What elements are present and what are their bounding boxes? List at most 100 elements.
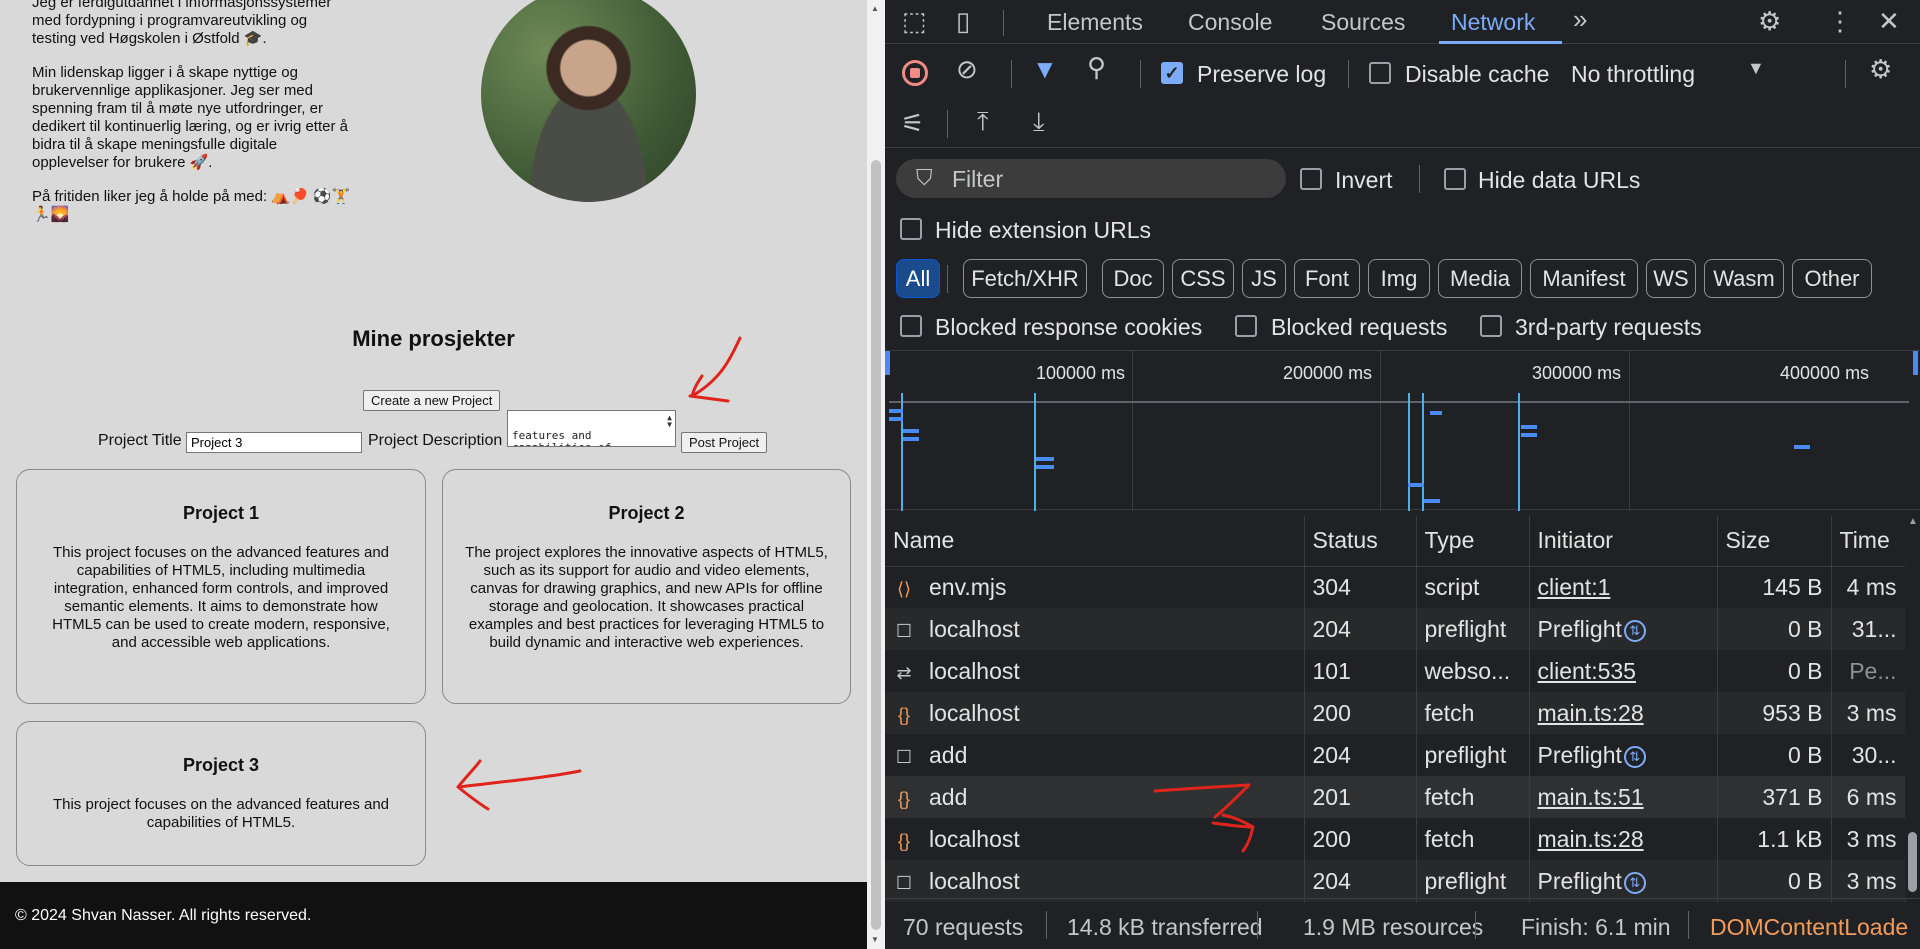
tab-sources[interactable]: Sources <box>1321 9 1405 36</box>
page-scrollbar[interactable]: ▲ ▼ <box>867 0 885 949</box>
timeline-tick-label: 200000 ms <box>1283 363 1373 383</box>
timeline-bar <box>1794 445 1810 449</box>
type-filter-img[interactable]: Img <box>1368 259 1430 298</box>
column-header-name[interactable]: Name <box>885 516 1305 567</box>
type-filter-all[interactable]: All <box>896 259 940 298</box>
project-card-text: This project focuses on the advanced fea… <box>52 796 390 831</box>
tab-elements[interactable]: Elements <box>1047 9 1143 36</box>
filter-funnel-icon[interactable]: ▼ <box>1032 54 1058 85</box>
textarea-scroll-arrows-icon[interactable]: ▲ ▼ <box>667 414 672 429</box>
type-filter-ws[interactable]: WS <box>1646 259 1696 298</box>
timeline-handle-right[interactable] <box>1913 351 1918 375</box>
initiator-link[interactable]: main.ts:28 <box>1538 700 1644 726</box>
timeline-gridline <box>1629 351 1630 511</box>
project-card: Project 2 The project explores the innov… <box>442 469 851 704</box>
post-project-button[interactable]: Post Project <box>681 432 768 453</box>
table-row[interactable]: ☐ localhost 204 preflight Preflight ⇅ 0 B … <box>885 860 1906 902</box>
type-filter-css[interactable]: CSS <box>1172 259 1234 298</box>
search-icon[interactable]: ⚲ <box>1087 52 1106 83</box>
disable-cache-checkbox[interactable] <box>1369 62 1391 84</box>
blocked-response-cookies-label: Blocked response cookies <box>935 314 1203 340</box>
more-options-icon[interactable]: ⋮ <box>1827 6 1853 37</box>
initiator-link[interactable]: main.ts:51 <box>1538 784 1644 810</box>
throttling-select[interactable]: No throttling <box>1571 61 1695 88</box>
column-header-status[interactable]: Status <box>1304 516 1417 567</box>
export-har-download-icon[interactable]: ⤓ <box>1033 106 1045 138</box>
network-conditions-wifi-icon[interactable]: ⚟ <box>901 108 924 139</box>
request-table-scrollbar[interactable]: ▲ ▼ <box>1905 516 1920 898</box>
type-filter-other[interactable]: Other <box>1792 259 1872 298</box>
project-title-input[interactable] <box>186 432 362 453</box>
table-row[interactable]: {} localhost 200 fetch main.ts:28 1.1 kB … <box>885 818 1906 860</box>
request-table-scrollbar-thumb[interactable] <box>1908 832 1917 892</box>
device-toolbar-icon[interactable]: ▯ <box>956 6 970 37</box>
request-size: 0 B <box>1717 650 1832 692</box>
table-row[interactable]: {} add 201 fetch main.ts:51 371 B 6 ms <box>885 776 1906 818</box>
devtools-panel: ⬚ ▯ Elements Console Sources Network » ⚙… <box>885 0 1920 949</box>
type-filter-font[interactable]: Font <box>1294 259 1360 298</box>
scroll-down-icon[interactable]: ▼ <box>871 935 879 944</box>
devtools-tab-bar: ⬚ ▯ Elements Console Sources Network » ⚙… <box>885 0 1920 44</box>
preflight-link-icon[interactable]: ⇅ <box>1623 871 1646 894</box>
chevron-down-icon[interactable]: ▼ <box>1747 58 1765 79</box>
column-header-initiator[interactable]: Initiator <box>1529 516 1718 567</box>
settings-gear-icon[interactable]: ⚙ <box>1758 6 1781 37</box>
create-project-button[interactable]: Create a new Project <box>363 390 501 411</box>
type-filter-wasm[interactable]: Wasm <box>1704 259 1784 298</box>
hide-extension-urls-checkbox[interactable] <box>900 218 922 240</box>
import-har-upload-icon[interactable]: ⤒ <box>977 106 989 138</box>
column-header-size[interactable]: Size <box>1717 516 1832 567</box>
initiator-link[interactable]: main.ts:28 <box>1538 826 1644 852</box>
network-settings-gear-icon[interactable]: ⚙ <box>1869 54 1892 85</box>
tab-network[interactable]: Network <box>1451 9 1535 36</box>
preflight-link-icon[interactable]: ⇅ <box>1623 619 1646 642</box>
type-filter-js[interactable]: JS <box>1242 259 1286 298</box>
profile-photo <box>481 0 696 202</box>
request-size: 953 B <box>1717 692 1832 734</box>
toolbar-divider <box>1348 60 1349 88</box>
table-row[interactable]: ☐ localhost 204 preflight Preflight ⇅ 0 B … <box>885 608 1906 650</box>
table-row[interactable]: ☐ add 204 preflight Preflight ⇅ 0 B 30... <box>885 734 1906 776</box>
type-filter-doc[interactable]: Doc <box>1102 259 1164 298</box>
table-row[interactable]: {} localhost 200 fetch main.ts:28 953 B 3… <box>885 692 1906 734</box>
timeline-bar <box>1036 465 1054 469</box>
table-row[interactable]: ⟨⟩ env.mjs 304 script client:1 145 B 4 ms <box>885 566 1906 608</box>
scroll-up-icon[interactable]: ▲ <box>1908 516 1918 527</box>
preflight-link-icon[interactable]: ⇅ <box>1623 745 1646 768</box>
close-icon[interactable]: ✕ <box>1878 6 1900 37</box>
blocked-requests-checkbox[interactable] <box>1235 315 1257 337</box>
page-scrollbar-thumb[interactable] <box>871 160 881 930</box>
hide-data-urls-checkbox[interactable] <box>1444 168 1466 190</box>
initiator-link[interactable]: client:535 <box>1538 658 1636 684</box>
column-header-time[interactable]: Time <box>1831 516 1906 567</box>
inspect-element-icon[interactable]: ⬚ <box>902 6 927 37</box>
column-header-type[interactable]: Type <box>1416 516 1530 567</box>
request-name: localhost <box>929 825 1020 852</box>
type-filter-manifest[interactable]: Manifest <box>1530 259 1638 298</box>
timeline-bar <box>1430 411 1442 415</box>
timeline-handle-left[interactable] <box>885 351 890 375</box>
scroll-up-icon[interactable]: ▲ <box>871 4 879 13</box>
project-description-textarea[interactable]: features and capabilities of HTML5. ▲▼ <box>507 410 676 447</box>
clear-icon[interactable]: ⊘ <box>956 54 978 85</box>
preserve-log-checkbox[interactable]: ✓ <box>1161 62 1183 84</box>
request-name: localhost <box>929 867 1020 894</box>
third-party-requests-checkbox[interactable] <box>1480 315 1502 337</box>
transferred-size: 14.8 kB transferred <box>1067 914 1263 940</box>
type-filter-fetch-xhr[interactable]: Fetch/XHR <box>963 259 1087 298</box>
initiator-link[interactable]: client:1 <box>1538 574 1611 600</box>
more-tabs-icon[interactable]: » <box>1573 4 1587 35</box>
filter-input[interactable]: ⛉ Filter <box>896 159 1286 198</box>
type-filter-media[interactable]: Media <box>1438 259 1522 298</box>
request-type: fetch <box>1416 818 1530 860</box>
resources-size: 1.9 MB resources <box>1303 914 1484 940</box>
tab-console[interactable]: Console <box>1188 9 1272 36</box>
network-overview-timeline[interactable]: 100000 ms 200000 ms 300000 ms 400000 ms <box>885 350 1920 511</box>
hide-data-urls-label: Hide data URLs <box>1478 167 1641 193</box>
record-stop-icon[interactable] <box>902 60 928 86</box>
invert-checkbox[interactable] <box>1300 168 1322 190</box>
scroll-down-icon[interactable]: ▼ <box>1908 884 1918 895</box>
table-row[interactable]: ⇄ localhost 101 webso... client:535 0 B P… <box>885 650 1906 692</box>
blocked-response-cookies-checkbox[interactable] <box>900 315 922 337</box>
request-type: fetch <box>1416 692 1530 734</box>
